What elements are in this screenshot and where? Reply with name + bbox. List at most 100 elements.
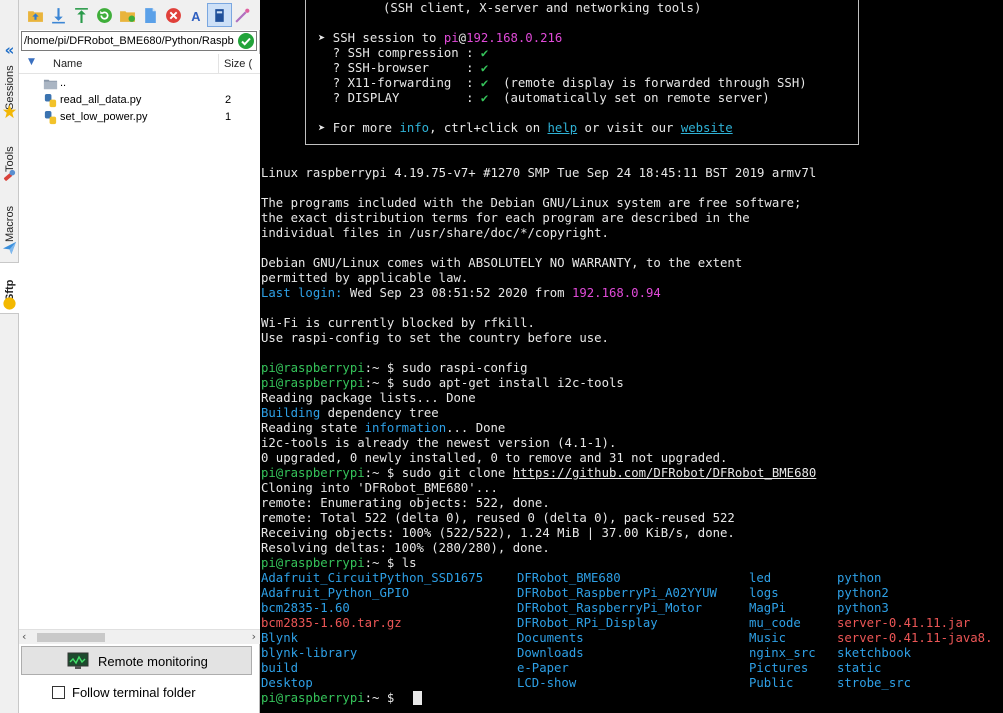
scroll-left-icon[interactable]: ‹ <box>22 630 26 643</box>
terminal-line: Building dependency tree <box>261 406 439 420</box>
parent-folder-icon <box>43 79 58 90</box>
terminal-line: 0 upgraded, 0 newly installed, 0 to remo… <box>261 451 728 465</box>
path-input[interactable] <box>24 33 234 49</box>
prompt-line: pi@raspberrypi:~ $ ls <box>261 556 417 570</box>
ls-entry: DFRobot_RPi_Display <box>517 616 658 630</box>
tab-sftp[interactable]: Sftp <box>0 262 19 314</box>
checkmark-icon <box>241 37 251 46</box>
banner-item: ? SSH compression : ✔ <box>318 46 489 60</box>
ls-entry: Music <box>749 631 787 645</box>
ls-entry: Downloads <box>517 646 584 660</box>
svg-text:A: A <box>191 8 200 23</box>
website-link[interactable]: website <box>681 121 733 135</box>
tab-tools[interactable]: Tools <box>0 128 19 184</box>
ls-entry: python3 <box>837 601 889 615</box>
download-icon <box>52 7 65 23</box>
collapse-panel-icon[interactable]: « <box>2 42 17 58</box>
upload-icon <box>75 7 88 23</box>
hidden-files-icon <box>215 8 224 22</box>
terminal-line: Reading package lists... Done <box>261 391 476 405</box>
monitor-icon <box>67 652 89 669</box>
prompt-line-current: pi@raspberrypi:~ $ <box>261 691 402 705</box>
path-ok-button[interactable] <box>238 33 254 49</box>
paper-plane-icon <box>2 241 17 255</box>
rename-button[interactable]: A <box>185 4 208 26</box>
terminal-line: Use raspi-config to set the country befo… <box>261 331 609 345</box>
banner-session-line: ➤ SSH session to pi@192.168.0.216 <box>318 31 563 45</box>
ls-entry: DFRobot_BME680 <box>517 571 621 585</box>
side-tab-strip: « Sessions Tools Macros Sftp <box>0 0 19 713</box>
download-button[interactable] <box>47 4 70 26</box>
file-size: 1 <box>225 111 232 123</box>
ls-entry: sketchbook <box>837 646 912 660</box>
terminal-line: Wi-Fi is currently blocked by rfkill. <box>261 316 535 330</box>
column-header-name[interactable]: Name <box>53 58 82 70</box>
sftp-panel: A ▼ Name Size ( .. read_all_data.py <box>19 0 260 713</box>
terminal-line: Reading state information... Done <box>261 421 506 435</box>
rename-icon: A <box>191 8 200 23</box>
terminal-line: Receiving objects: 100% (522/522), 1.24 … <box>261 526 735 540</box>
ls-entry: e-Paper <box>517 661 569 675</box>
help-link[interactable]: help <box>548 121 578 135</box>
follow-terminal-folder-checkbox[interactable]: Follow terminal folder <box>50 684 240 700</box>
ls-entry: static <box>837 661 882 675</box>
ls-entry: bcm2835-1.60 <box>261 601 350 615</box>
settings-wand-button[interactable] <box>231 4 254 26</box>
ls-entry: Pictures <box>749 661 809 675</box>
file-row-parent[interactable]: .. <box>19 75 260 92</box>
terminal-line: the exact distribution terms for each pr… <box>261 211 750 225</box>
tab-macros-label: Macros <box>4 205 16 242</box>
ls-entry: python2 <box>837 586 889 600</box>
new-file-button[interactable] <box>139 4 162 26</box>
ls-entry: build <box>261 661 299 675</box>
ls-entry: nginx_src <box>749 646 816 660</box>
terminal-line: i2c-tools is already the newest version … <box>261 436 617 450</box>
ls-entry: bcm2835-1.60.tar.gz <box>261 616 402 630</box>
parent-folder-button[interactable] <box>24 4 47 26</box>
ls-entry: Public <box>749 676 794 690</box>
toggle-hidden-files-button[interactable] <box>207 3 232 27</box>
banner-item: ? DISPLAY : ✔ (automatically set on remo… <box>318 91 770 105</box>
terminal-line: remote: Total 522 (delta 0), reused 0 (d… <box>261 511 735 525</box>
column-header-size[interactable]: Size ( <box>224 58 252 70</box>
remote-monitoring-button[interactable]: Remote monitoring <box>21 646 252 675</box>
tab-sessions[interactable]: Sessions <box>0 58 19 122</box>
star-icon <box>2 104 17 119</box>
tools-icon <box>3 169 16 181</box>
terminal-line: Linux raspberrypi 4.19.75-v7+ #1270 SMP … <box>261 166 817 180</box>
ls-entry: LCD-show <box>517 676 577 690</box>
file-list: ▼ Name Size ( .. read_all_data.py 2 set_… <box>19 54 260 629</box>
new-folder-button[interactable] <box>116 4 139 26</box>
ls-entry: Documents <box>517 631 584 645</box>
upload-button[interactable] <box>70 4 93 26</box>
ls-entry: DFRobot_RaspberryPi_A02YYUW <box>517 586 717 600</box>
ls-entry: led <box>749 571 772 585</box>
checkbox-box[interactable] <box>52 686 65 699</box>
ls-entry: mu_code <box>749 616 801 630</box>
follow-terminal-folder-label: Follow terminal folder <box>72 685 196 700</box>
delete-icon <box>166 7 181 23</box>
sftp-globe-icon <box>3 297 16 310</box>
column-separator[interactable] <box>218 54 219 74</box>
scroll-right-icon[interactable]: › <box>252 630 256 643</box>
ls-entry: Blynk <box>261 631 299 645</box>
ls-entry: Desktop <box>261 676 313 690</box>
tab-macros[interactable]: Macros <box>0 190 19 255</box>
file-name: read_all_data.py <box>60 94 142 106</box>
file-row[interactable]: read_all_data.py 2 <box>19 92 260 109</box>
delete-button[interactable] <box>162 4 185 26</box>
new-folder-icon <box>120 10 135 22</box>
banner-item: ? X11-forwarding : ✔ (remote display is … <box>318 76 807 90</box>
github-url-link[interactable]: https://github.com/DFRobot/DFRobot_BME68… <box>513 466 817 480</box>
path-bar <box>21 31 257 51</box>
python-file-icon <box>44 93 57 108</box>
prompt-line: pi@raspberrypi:~ $ sudo apt-get install … <box>261 376 624 390</box>
ls-entry: server-0.41.11-java8. <box>837 631 993 645</box>
terminal[interactable]: (SSH client, X-server and networking too… <box>261 0 1003 713</box>
refresh-button[interactable] <box>93 4 116 26</box>
terminal-cursor <box>413 691 422 705</box>
horizontal-scrollbar[interactable]: ‹ › <box>19 629 260 644</box>
file-name: set_low_power.py <box>60 111 148 123</box>
file-row[interactable]: set_low_power.py 1 <box>19 109 260 126</box>
scrollbar-thumb[interactable] <box>37 633 105 642</box>
